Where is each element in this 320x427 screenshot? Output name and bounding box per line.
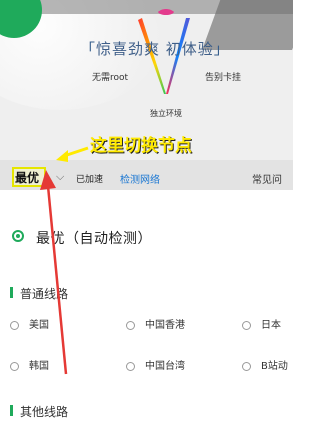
bracket-left: 「 <box>80 40 97 58</box>
annotation-callout-text: 这里切换节点 <box>90 136 192 156</box>
bracket-right: 」 <box>213 40 230 58</box>
banner-slogan: 「惊喜劲爽 初体验」 <box>80 38 230 59</box>
slogan-no-root: 无需root <box>92 73 129 83</box>
option-label: B站动 <box>261 361 288 372</box>
option-label: 日本 <box>261 320 281 331</box>
best-option-radio[interactable] <box>12 230 24 242</box>
radio-circle-icon[interactable] <box>10 361 19 371</box>
option-hongkong[interactable]: 中国香港 <box>126 316 185 331</box>
annotation-yellow-arrow-icon <box>56 146 89 162</box>
radio-circle-icon[interactable] <box>126 361 135 371</box>
option-bilibili[interactable]: B站动 <box>242 357 288 372</box>
option-japan[interactable]: 日本 <box>242 316 281 331</box>
annotation-red-arrow-icon <box>40 170 68 375</box>
radio-circle-icon[interactable] <box>242 361 251 371</box>
radio-circle-icon[interactable] <box>126 320 135 330</box>
accelerated-status: 已加速 <box>76 175 104 185</box>
section-marker <box>10 287 13 298</box>
slogan-independent-env: 独立环境 <box>150 109 182 118</box>
option-label: 中国香港 <box>145 320 185 331</box>
node-select-value[interactable]: 最优 <box>15 169 39 186</box>
slogan-text: 惊喜劲爽 初体验 <box>96 40 214 58</box>
option-taiwan[interactable]: 中国台湾 <box>126 357 185 372</box>
detect-network-link[interactable]: 检测网络 <box>120 171 160 186</box>
faq-link[interactable]: 常见问 <box>252 171 282 186</box>
radio-circle-icon[interactable] <box>242 320 251 330</box>
option-label: 中国台湾 <box>145 361 185 372</box>
slogan-no-lag: 告别卡挂 <box>205 73 242 83</box>
radio-circle-icon[interactable] <box>10 320 19 330</box>
section-other-title: 其他线路 <box>20 405 69 419</box>
section-marker <box>10 405 13 416</box>
